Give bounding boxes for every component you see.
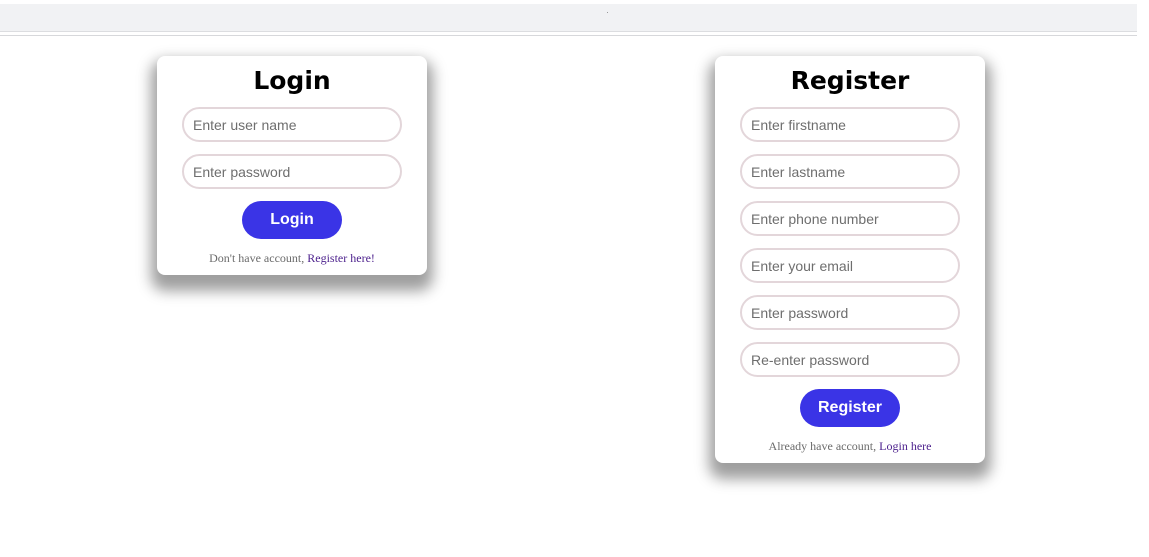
phone-input[interactable] bbox=[740, 201, 960, 236]
browser-top-bar bbox=[0, 4, 1137, 32]
login-footer-text: Don't have account, bbox=[209, 251, 308, 265]
register-button[interactable]: Register bbox=[800, 389, 900, 427]
username-input[interactable] bbox=[182, 107, 402, 142]
lastname-input[interactable] bbox=[740, 154, 960, 189]
login-card: Login Login Don't have account, Register… bbox=[157, 56, 427, 275]
top-bar-divider bbox=[0, 35, 1137, 36]
login-password-input[interactable] bbox=[182, 154, 402, 189]
firstname-input[interactable] bbox=[740, 107, 960, 142]
register-footer: Already have account, Login here bbox=[715, 439, 985, 454]
top-bar-dot bbox=[607, 12, 608, 13]
register-footer-text: Already have account, bbox=[768, 439, 880, 453]
login-button[interactable]: Login bbox=[242, 201, 342, 239]
register-title: Register bbox=[790, 66, 910, 95]
register-card: Register Register Already have account, … bbox=[715, 56, 985, 463]
register-here-link[interactable]: Register here! bbox=[307, 251, 375, 265]
email-input[interactable] bbox=[740, 248, 960, 283]
login-footer: Don't have account, Register here! bbox=[157, 251, 427, 266]
register-password-input[interactable] bbox=[740, 295, 960, 330]
login-here-link[interactable]: Login here bbox=[879, 439, 931, 453]
login-title: Login bbox=[253, 66, 331, 95]
reenter-password-input[interactable] bbox=[740, 342, 960, 377]
